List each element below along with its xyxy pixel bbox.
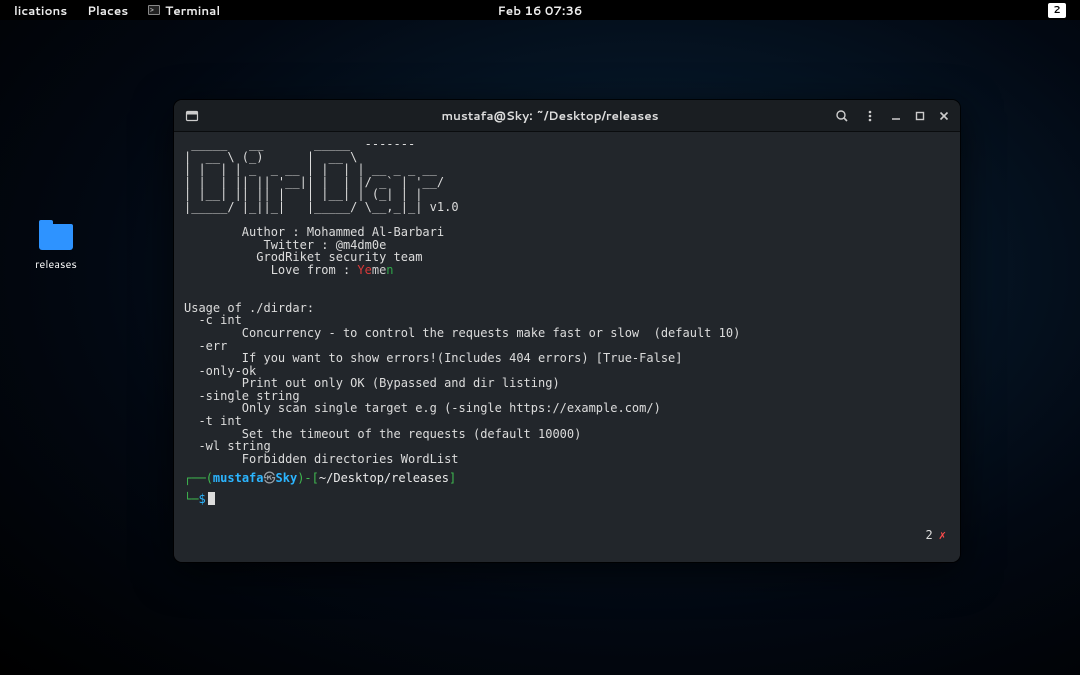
error-indicator: 2 ✗ <box>926 529 946 542</box>
prompt-host: Sky <box>276 471 298 485</box>
cursor-block <box>208 492 215 505</box>
folder-icon <box>39 224 73 250</box>
close-icon <box>939 111 949 121</box>
topbar-right: 2 <box>1048 3 1076 18</box>
minimize-button[interactable] <box>886 106 906 126</box>
flag-5-desc: Forbidden directories WordList <box>184 452 459 466</box>
topbar-left: lications Places Terminal <box>4 2 230 19</box>
new-tab-icon <box>185 109 199 123</box>
version-text: v1.0 <box>430 200 459 214</box>
titlebar-right <box>830 104 954 128</box>
menu-places-label: Places <box>87 2 128 19</box>
terminal-body[interactable]: _____ __ _____ ------- | __ \ (_) | __ \… <box>174 132 960 562</box>
menu-terminal-label: Terminal <box>165 2 220 19</box>
titlebar-left <box>180 104 270 128</box>
desktop-folder-label: releases <box>35 256 77 272</box>
flag-1-desc: If you want to show errors!(Includes 404… <box>184 351 683 365</box>
prompt-line-2: └─$ <box>184 492 950 506</box>
titlebar[interactable]: mustafa@Sky: ~/Desktop/releases <box>174 100 960 132</box>
menu-places[interactable]: Places <box>77 2 138 19</box>
prompt-at: ㉿ <box>264 471 276 485</box>
search-button[interactable] <box>830 104 854 128</box>
maximize-icon <box>915 111 925 121</box>
ascii-banner: _____ __ _____ ------- | __ \ (_) | __ \… <box>184 137 444 214</box>
window-title: mustafa@Sky: ~/Desktop/releases <box>270 107 830 124</box>
prompt-path: ~/Desktop/releases <box>319 471 449 485</box>
prompt-line-1: ┌──(mustafa㉿Sky)-[~/Desktop/releases] <box>184 471 950 485</box>
love-prefix: Love from : <box>184 263 357 277</box>
workspace-indicator[interactable]: 2 <box>1048 3 1066 18</box>
menu-terminal[interactable]: Terminal <box>138 2 230 19</box>
flag-3-desc: Only scan single target e.g (-single htt… <box>184 401 661 415</box>
flag-0-desc: Concurrency - to control the requests ma… <box>184 326 740 340</box>
menu-button[interactable] <box>858 104 882 128</box>
minimize-icon <box>891 111 901 121</box>
maximize-button[interactable] <box>910 106 930 126</box>
yemen-ye: Ye <box>357 263 371 277</box>
gnome-topbar: lications Places Terminal Feb 16 07:36 2 <box>0 0 1080 20</box>
yemen-me: me <box>372 263 386 277</box>
search-icon <box>835 109 849 123</box>
terminal-window: mustafa@Sky: ~/Desktop/releases _____ __… <box>174 100 960 562</box>
prompt-user: mustafa <box>213 471 264 485</box>
topbar-datetime[interactable]: Feb 16 07:36 <box>498 2 583 19</box>
menu-applications-label: lications <box>14 2 67 19</box>
error-x-icon: ✗ <box>939 529 946 542</box>
new-tab-button[interactable] <box>180 104 204 128</box>
prompt-dollar: $ <box>198 492 205 506</box>
kebab-menu-icon <box>863 109 877 123</box>
error-count: 2 <box>926 529 933 542</box>
close-button[interactable] <box>934 106 954 126</box>
menu-applications[interactable]: lications <box>4 2 77 19</box>
desktop-folder-releases[interactable]: releases <box>28 220 84 272</box>
yemen-n: n <box>386 263 393 277</box>
terminal-app-icon <box>148 5 160 15</box>
